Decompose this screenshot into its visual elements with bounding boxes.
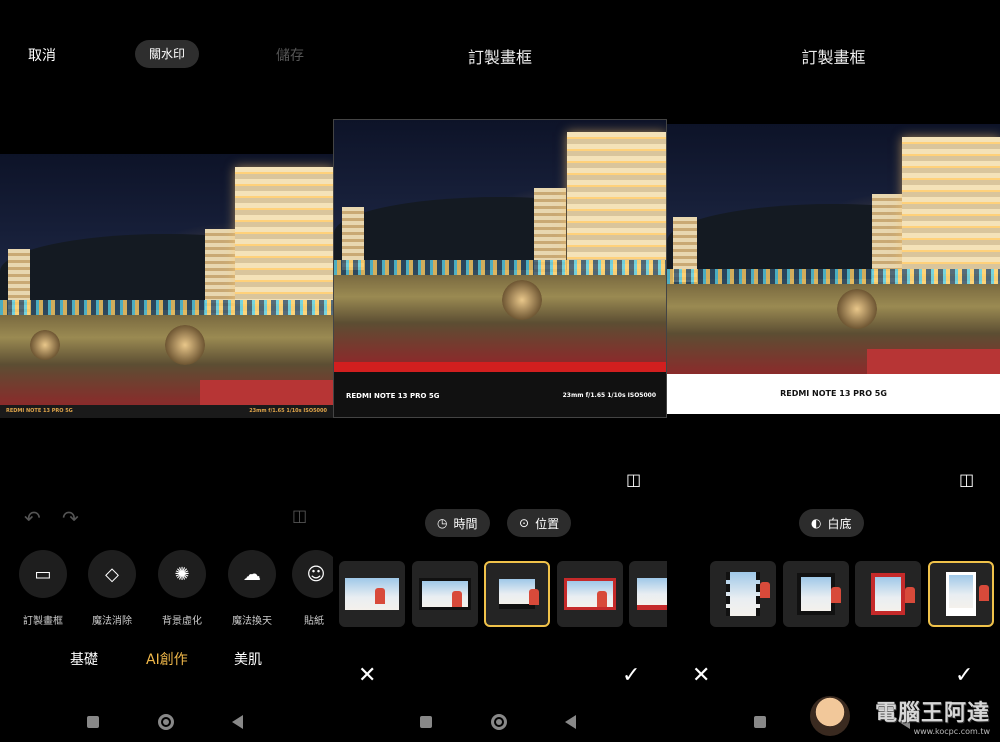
frame-editor-panel-white: 訂製畫框 REDMI NOTE 13 PRO 5G ◫ ◐ 白底 ✕ ✓ 電腦王… [667, 0, 1000, 742]
recents-icon[interactable] [87, 716, 99, 728]
compare-icon[interactable]: ◫ [292, 506, 307, 525]
confirm-icon[interactable]: ✓ [955, 663, 973, 688]
recents-icon[interactable] [420, 716, 432, 728]
close-icon[interactable]: ✕ [358, 663, 376, 688]
site-watermark: 電腦王阿達 www.kocpc.com.tw [874, 701, 990, 736]
sticker-icon: ☺ [292, 550, 333, 598]
frame-editor-panel-black: 訂製畫框 REDMI NOTE 13 PRO 5G 23mm f/1.65 1/… [333, 0, 667, 742]
white-background-toggle[interactable]: ◐ 白底 [799, 509, 864, 537]
home-icon[interactable] [491, 714, 507, 730]
frame-option-selected[interactable] [928, 561, 994, 627]
contrast-icon: ◐ [811, 516, 822, 530]
page-title: 訂製畫框 [801, 48, 866, 67]
tool-sticker[interactable]: ☺ 貼紙 [292, 550, 333, 627]
tab-beauty[interactable]: 美肌 [234, 649, 262, 669]
frame-caption-model: REDMI NOTE 13 PRO 5G [346, 392, 440, 400]
tool-custom-frame[interactable]: ▭ 訂製畫框 [13, 550, 73, 627]
system-nav-bar [333, 710, 667, 734]
tool-background-blur[interactable]: ✺ 背景虛化 [152, 550, 212, 627]
recents-icon[interactable] [754, 716, 766, 728]
cancel-button[interactable]: 取消 [28, 45, 56, 65]
clock-icon: ◷ [437, 516, 448, 530]
frame-option[interactable] [339, 561, 405, 627]
editor-panel-ai-tools: 取消 關水印 儲存 REDMI NOTE 13 PRO 5G 23mm f/1.… [0, 0, 333, 742]
cloud-icon: ☁ [228, 550, 276, 598]
compare-icon[interactable]: ◫ [626, 470, 641, 489]
back-icon[interactable] [565, 715, 576, 729]
tab-basic[interactable]: 基礎 [70, 649, 98, 669]
confirm-icon[interactable]: ✓ [622, 663, 640, 688]
tool-magic-erase[interactable]: ◇ 魔法消除 [82, 550, 142, 627]
frame-option-selected[interactable] [484, 561, 550, 627]
back-icon[interactable] [232, 715, 243, 729]
time-toggle[interactable]: ◷ 時間 [425, 509, 490, 537]
save-button[interactable]: 儲存 [276, 45, 304, 65]
watermark-toggle-button[interactable]: 關水印 [135, 40, 199, 68]
frame-icon: ▭ [19, 550, 67, 598]
eraser-icon: ◇ [88, 550, 136, 598]
exif-watermark: 23mm f/1.65 1/10s ISO5000 [249, 408, 327, 414]
frame-option[interactable] [412, 561, 478, 627]
location-toggle[interactable]: ⊙ 位置 [507, 509, 572, 537]
aperture-icon: ✺ [158, 550, 206, 598]
framed-photo-black: REDMI NOTE 13 PRO 5G 23mm f/1.65 1/10s I… [333, 119, 667, 418]
photo-preview [0, 154, 333, 405]
frame-option[interactable] [783, 561, 849, 627]
photo-preview [667, 124, 1000, 374]
frame-caption-exif: 23mm f/1.65 1/10s ISO5000 [562, 392, 656, 399]
undo-icon[interactable]: ↶ [24, 506, 41, 530]
home-icon[interactable] [158, 714, 174, 730]
photo-preview [334, 120, 666, 362]
tool-sky-replace[interactable]: ☁ 魔法換天 [222, 550, 282, 627]
top-bar: 取消 關水印 儲存 [0, 0, 333, 110]
framed-photo-white: REDMI NOTE 13 PRO 5G [667, 124, 1000, 414]
model-watermark: REDMI NOTE 13 PRO 5G [6, 408, 73, 414]
red-frame-stripe [334, 362, 666, 372]
frame-option[interactable] [557, 561, 623, 627]
page-title: 訂製畫框 [467, 48, 532, 67]
compare-icon[interactable]: ◫ [959, 470, 974, 489]
close-icon[interactable]: ✕ [692, 663, 710, 688]
site-mascot-logo [810, 696, 850, 736]
frame-caption-model: REDMI NOTE 13 PRO 5G [780, 389, 887, 398]
watermark-strip: REDMI NOTE 13 PRO 5G 23mm f/1.65 1/10s I… [0, 405, 333, 418]
frame-option[interactable] [629, 561, 667, 627]
system-nav-bar [0, 710, 333, 734]
frame-option[interactable] [855, 561, 921, 627]
tab-ai-creation[interactable]: AI創作 [146, 649, 188, 669]
frame-option[interactable] [710, 561, 776, 627]
redo-icon[interactable]: ↷ [62, 506, 79, 530]
location-pin-icon: ⊙ [519, 516, 530, 530]
